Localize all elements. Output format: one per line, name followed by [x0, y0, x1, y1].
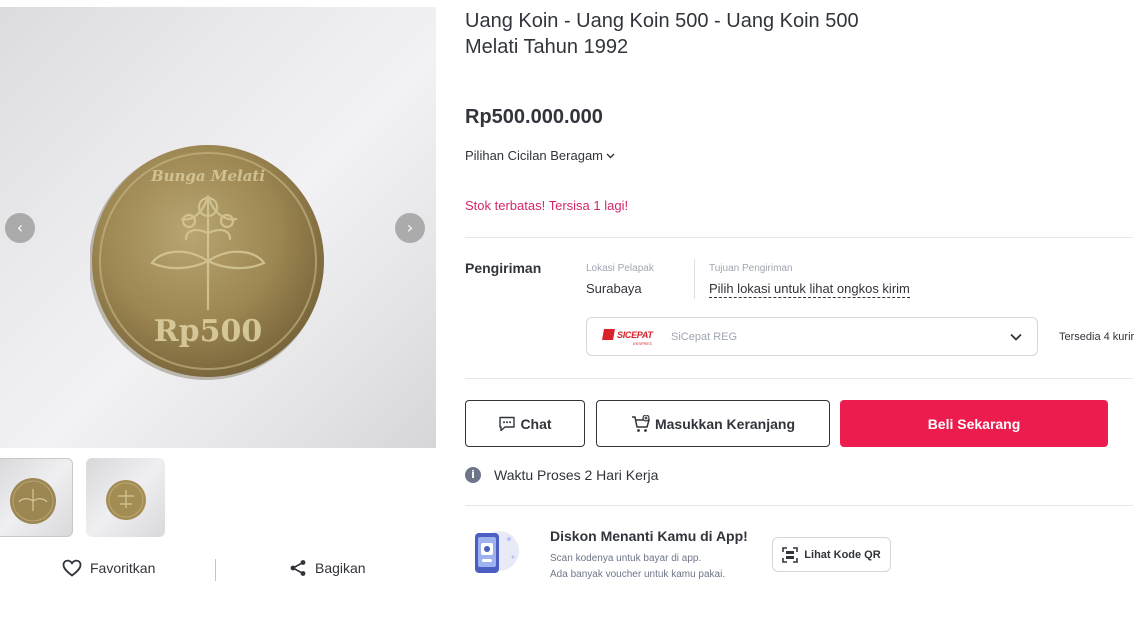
destination-label: Tujuan Pengiriman	[709, 263, 793, 274]
chat-button[interactable]: Chat	[465, 400, 585, 447]
qr-button-label: Lihat Kode QR	[804, 548, 881, 561]
process-label: Waktu Proses 2 Hari Kerja	[494, 467, 659, 483]
product-details: Uang Koin - Uang Koin 500 - Uang Koin 50…	[465, 0, 1139, 639]
shipping-divider	[694, 259, 695, 299]
product-gallery: Bunga Melati Rp500 ‹ › Favoritkan Bagika…	[0, 0, 437, 639]
share-label: Bagikan	[315, 560, 366, 576]
product-price: Rp500.000.000	[465, 106, 603, 128]
phone-app-illustration	[475, 531, 519, 573]
gallery-prev-button[interactable]: ‹	[5, 213, 35, 243]
chevron-down-icon	[606, 153, 615, 158]
qr-scan-icon	[782, 546, 799, 563]
info-icon: i	[465, 467, 481, 483]
installment-label: Pilihan Cicilan Beragam	[465, 148, 604, 163]
thumbnail-2[interactable]	[86, 458, 165, 537]
social-actions: Favoritkan Bagikan	[0, 555, 437, 585]
cart-label: Masukkan Keranjang	[654, 415, 796, 432]
cart-plus-icon	[631, 414, 650, 432]
origin-label: Lokasi Pelapak	[586, 263, 654, 274]
favorite-label: Favoritkan	[90, 560, 156, 576]
share-icon	[290, 560, 306, 576]
destination-link[interactable]: Pilih lokasi untuk lihat ongkos kirim	[709, 281, 910, 298]
thumbnail-coin-image	[10, 478, 56, 524]
courier-brand: SICEPAT	[617, 329, 653, 340]
chevron-right-icon: ›	[406, 218, 414, 237]
chat-label: Chat	[520, 415, 552, 432]
coin-image: Bunga Melati Rp500	[90, 145, 324, 380]
divider	[465, 378, 1133, 379]
sicepat-logo-mark	[602, 329, 615, 340]
product-title: Uang Koin - Uang Koin 500 - Uang Koin 50…	[465, 10, 859, 58]
available-couriers: Tersedia 4 kurir	[1059, 331, 1135, 343]
main-product-image[interactable]: Bunga Melati Rp500	[0, 7, 436, 448]
origin-value: Surabaya	[586, 281, 642, 296]
favorite-button[interactable]: Favoritkan	[62, 559, 155, 577]
thumbnail-1[interactable]	[0, 458, 73, 537]
coin-text-value: Rp500	[154, 314, 263, 349]
promo-title: Diskon Menanti Kamu di App!	[550, 528, 748, 544]
buy-label: Beli Sekarang	[927, 415, 1021, 432]
chevron-left-icon: ‹	[16, 218, 24, 237]
chevron-down-icon	[1010, 333, 1022, 341]
social-divider	[215, 559, 216, 581]
divider	[465, 237, 1133, 238]
view-qr-button[interactable]: Lihat Kode QR	[772, 537, 891, 572]
buy-now-button[interactable]: Beli Sekarang	[840, 400, 1108, 447]
courier-name: SiCepat REG	[671, 331, 738, 343]
sicepat-logo: SICEPAT EKSPRES	[602, 329, 653, 346]
divider	[465, 505, 1133, 506]
courier-dropdown[interactable]: SICEPAT EKSPRES SiCepat REG	[586, 317, 1038, 356]
shipping-title: Pengiriman	[465, 260, 542, 276]
heart-icon	[62, 559, 82, 577]
coin-text-top: Bunga Melati	[150, 167, 265, 185]
installment-options[interactable]: Pilihan Cicilan Beragam	[465, 148, 615, 163]
promo-line-1: Scan kodenya untuk bayar di app.	[550, 553, 702, 564]
add-to-cart-button[interactable]: Masukkan Keranjang	[596, 400, 830, 447]
courier-brand-sub: EKSPRES	[633, 341, 652, 346]
thumbnail-coin-back-image	[106, 480, 146, 520]
gallery-next-button[interactable]: ›	[395, 213, 425, 243]
chat-icon	[499, 416, 516, 431]
share-button[interactable]: Bagikan	[289, 559, 366, 577]
stock-notice: Stok terbatas! Tersisa 1 lagi!	[465, 198, 629, 213]
promo-line-2: Ada banyak voucher untuk kamu pakai.	[550, 569, 726, 580]
process-time: i Waktu Proses 2 Hari Kerja	[465, 467, 658, 483]
